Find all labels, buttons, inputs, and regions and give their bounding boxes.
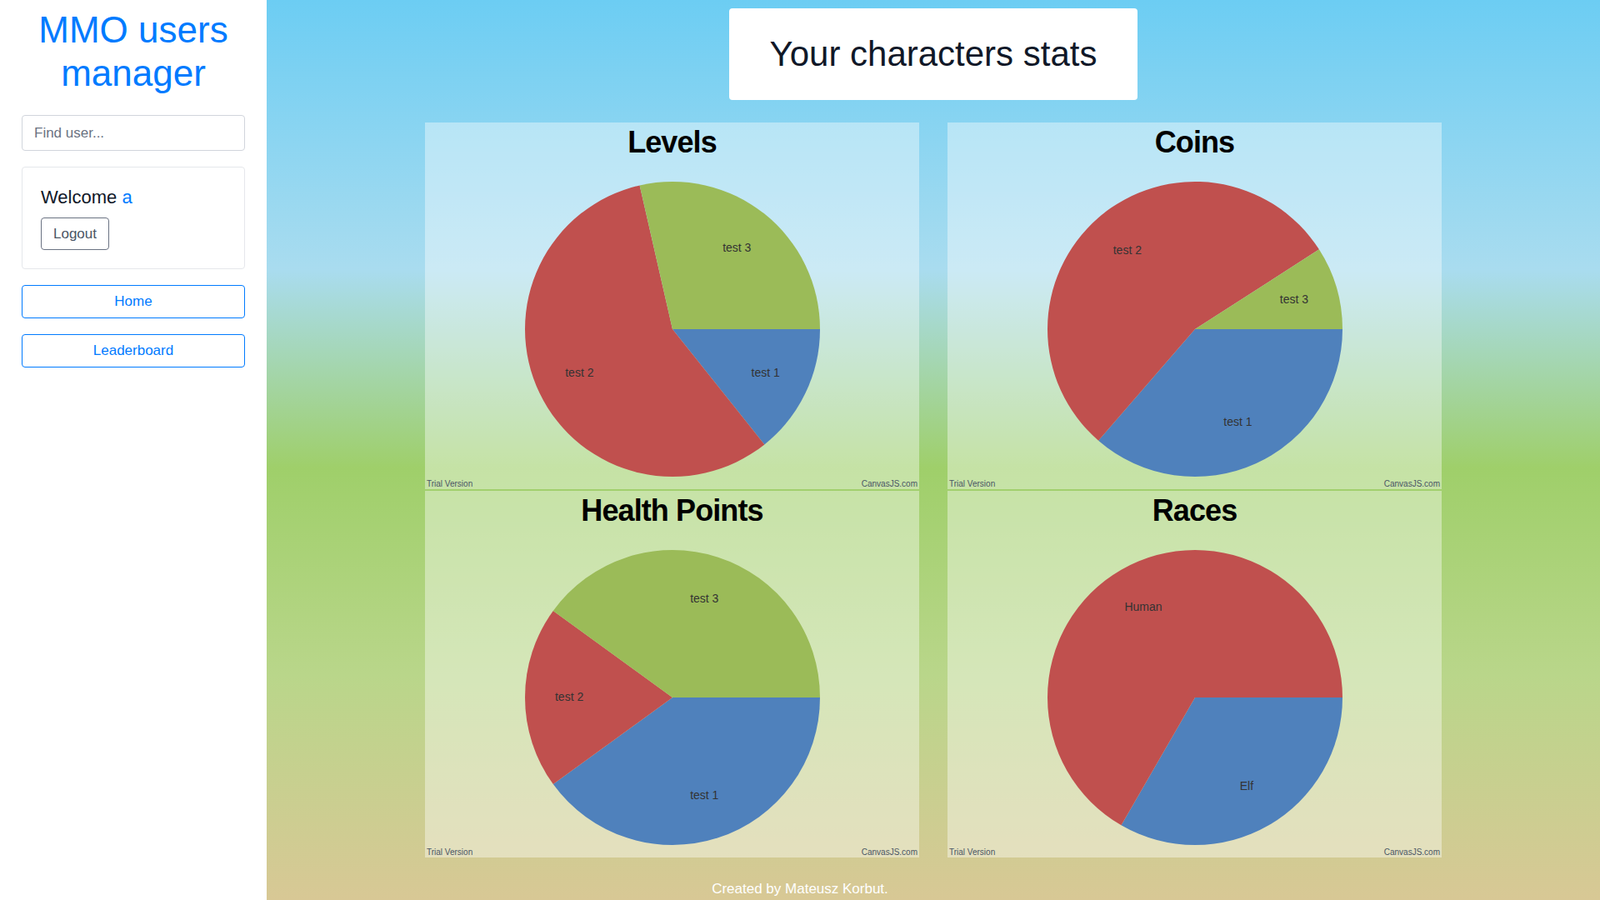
slice-label: test 1 [750, 365, 780, 380]
app-title: MMO users manager [21, 8, 245, 95]
chart-title: Races [1152, 492, 1238, 530]
nav-button[interactable]: Leaderboard [21, 334, 245, 368]
slice-label: Elf [1239, 779, 1253, 793]
charts-grid: Levels test 1 test 2 test 3 Trial Version Can… [425, 122, 1442, 858]
canvasjs-credit[interactable]: CanvasJS.com [861, 479, 918, 490]
pie-slice[interactable] [639, 181, 820, 330]
pie-chart: test 1 test 2 test 3 [522, 547, 823, 848]
app: MMO users manager Welcome a Logout Home Lead… [0, 0, 1600, 900]
page-header: Your characters stats [729, 8, 1138, 100]
trial-watermark: Trial Version [949, 479, 995, 490]
trial-watermark: Trial Version [426, 847, 473, 858]
slice-label: test 2 [554, 690, 583, 704]
user-link[interactable]: a [121, 186, 132, 208]
slice-label: test 1 [1223, 415, 1252, 429]
slice-label: Human [1124, 600, 1162, 614]
slice-label: test 1 [690, 788, 719, 802]
chart-title: Health Points [580, 492, 763, 530]
pie-chart: Elf Human [1045, 547, 1345, 848]
chart-title: Coins [1155, 124, 1235, 161]
logout-button[interactable]: Logout [40, 217, 110, 250]
canvasjs-credit[interactable]: CanvasJS.com [1384, 847, 1440, 858]
sidebar: MMO users manager Welcome a Logout Home Lead… [0, 0, 267, 900]
pie-chart: test 1 test 2 test 3 [1045, 179, 1345, 480]
background: Your characters statsLevelstest 1test 2t… [266, 0, 1600, 900]
welcome-card: Welcome a Logout [21, 166, 245, 270]
search-input[interactable] [21, 115, 245, 151]
pie-chart: test 1 test 2 test 3 [522, 179, 823, 480]
chart-panel: Health Points test 1 test 2 test 3 Trial Ver… [425, 490, 920, 858]
trial-watermark: Trial Version [426, 479, 473, 490]
slice-label: test 3 [722, 240, 751, 255]
nav: Home Leaderboard [21, 285, 245, 368]
chart-panel: Levels test 1 test 2 test 3 Trial Version Can… [425, 122, 920, 490]
trial-watermark: Trial Version [949, 847, 995, 858]
pie-slice[interactable] [1195, 249, 1343, 330]
footer: Created by Mateusz Korbut. [266, 880, 1600, 900]
canvasjs-credit[interactable]: CanvasJS.com [1384, 479, 1440, 490]
chart-panel: Races Elf Human Trial Version CanvasJS.com [947, 490, 1442, 858]
slice-label: test 2 [1112, 243, 1141, 257]
chart-title: Levels [627, 124, 717, 161]
pie-slice[interactable] [552, 550, 820, 698]
slice-label: test 3 [1279, 292, 1308, 306]
welcome-text: Welcome a [40, 185, 133, 210]
chart-panel: Coins test 1 test 2 test 3 Trial Version Canv… [947, 122, 1442, 490]
pie-slice[interactable] [1047, 550, 1343, 825]
page-title: Your characters stats [770, 33, 1098, 75]
nav-button[interactable]: Home [21, 285, 245, 319]
slice-label: test 2 [565, 365, 594, 380]
slice-label: test 3 [690, 591, 719, 605]
canvasjs-credit[interactable]: CanvasJS.com [861, 847, 918, 858]
